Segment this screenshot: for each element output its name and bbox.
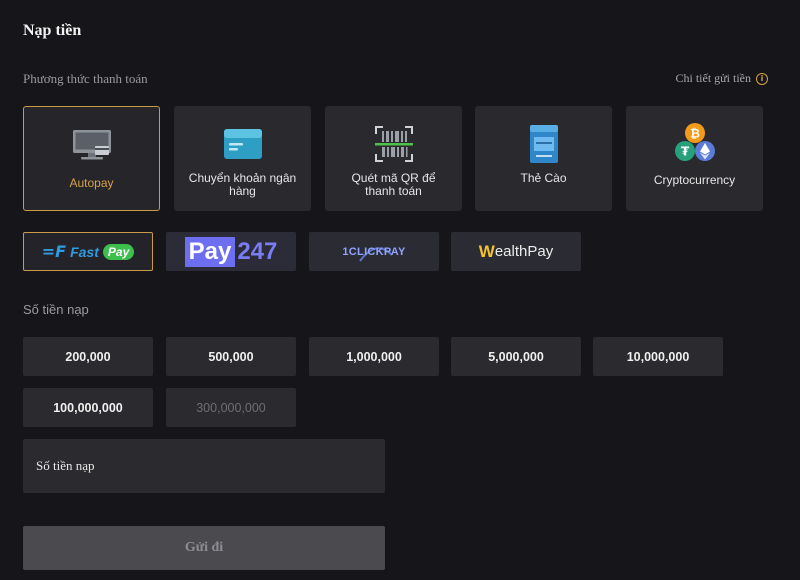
bank-card-icon — [223, 126, 263, 162]
pay247-logo: Pay 247 — [184, 236, 278, 267]
fastpay-mark-icon: =F — [41, 242, 67, 261]
method-label: Autopay — [69, 176, 114, 190]
method-label: Thẻ Cào — [520, 171, 567, 185]
amount-input[interactable] — [23, 439, 385, 493]
pay247-number: 247 — [237, 237, 278, 265]
method-label: Quét mã QR để thanh toán — [351, 171, 436, 198]
method-qr[interactable]: Quét mã QR để thanh toán — [325, 106, 462, 211]
fastpay-logo: =F Fast Pay — [42, 242, 135, 261]
amount-option[interactable]: 100,000,000 — [23, 388, 153, 427]
amount-option[interactable]: 500,000 — [166, 337, 296, 376]
qr-scan-icon — [374, 126, 414, 162]
gateway-1clickpay[interactable]: 1CLICKPAY — [309, 232, 439, 271]
info-icon: i — [756, 72, 768, 85]
wealthpay-logo: W ealthPay — [479, 242, 553, 262]
scratch-card-icon — [529, 125, 559, 163]
1clickpay-text: 1CLICKPAY — [342, 245, 406, 258]
monitor-card-icon — [71, 127, 113, 163]
method-crypto[interactable]: ₿ ₮ Cryptocurrency — [626, 106, 763, 211]
wealthpay-mark-icon: W — [478, 241, 495, 261]
pay247-text: Pay — [184, 236, 236, 267]
1clickpay-logo: 1CLICKPAY — [342, 245, 406, 262]
method-label: Cryptocurrency — [653, 173, 736, 187]
method-scratch-card[interactable]: Thẻ Cào — [475, 106, 612, 211]
amount-option-disabled: 300,000,000 — [166, 388, 296, 427]
amount-label: Số tiền nạp — [23, 302, 89, 317]
amount-option[interactable]: 1,000,000 — [309, 337, 439, 376]
submit-button[interactable]: Gửi đi — [23, 526, 385, 570]
amount-option[interactable]: 200,000 — [23, 337, 153, 376]
method-label: Chuyển khoản ngân hàng — [188, 171, 297, 198]
gateway-pay247[interactable]: Pay 247 — [166, 232, 296, 271]
deposit-details-link[interactable]: Chi tiết gửi tiền i — [675, 71, 768, 86]
method-autopay[interactable]: Autopay — [23, 106, 160, 211]
gateway-fastpay[interactable]: =F Fast Pay — [23, 232, 153, 271]
fastpay-text: Fast — [70, 243, 99, 260]
fastpay-badge: Pay — [102, 243, 135, 260]
deposit-details-label: Chi tiết gửi tiền — [675, 71, 752, 85]
page-title: Nạp tiền — [23, 22, 82, 39]
amount-option[interactable]: 10,000,000 — [593, 337, 723, 376]
svg-text:₿: ₿ — [690, 127, 700, 141]
method-bank-transfer[interactable]: Chuyển khoản ngân hàng — [174, 106, 311, 211]
amount-option[interactable]: 5,000,000 — [451, 337, 581, 376]
payment-method-label: Phương thức thanh toán — [23, 71, 148, 86]
crypto-coins-icon: ₿ ₮ — [673, 122, 717, 164]
wealthpay-text: ealthPay — [494, 243, 554, 260]
svg-text:₮: ₮ — [680, 145, 689, 159]
gateway-wealthpay[interactable]: W ealthPay — [451, 232, 581, 271]
